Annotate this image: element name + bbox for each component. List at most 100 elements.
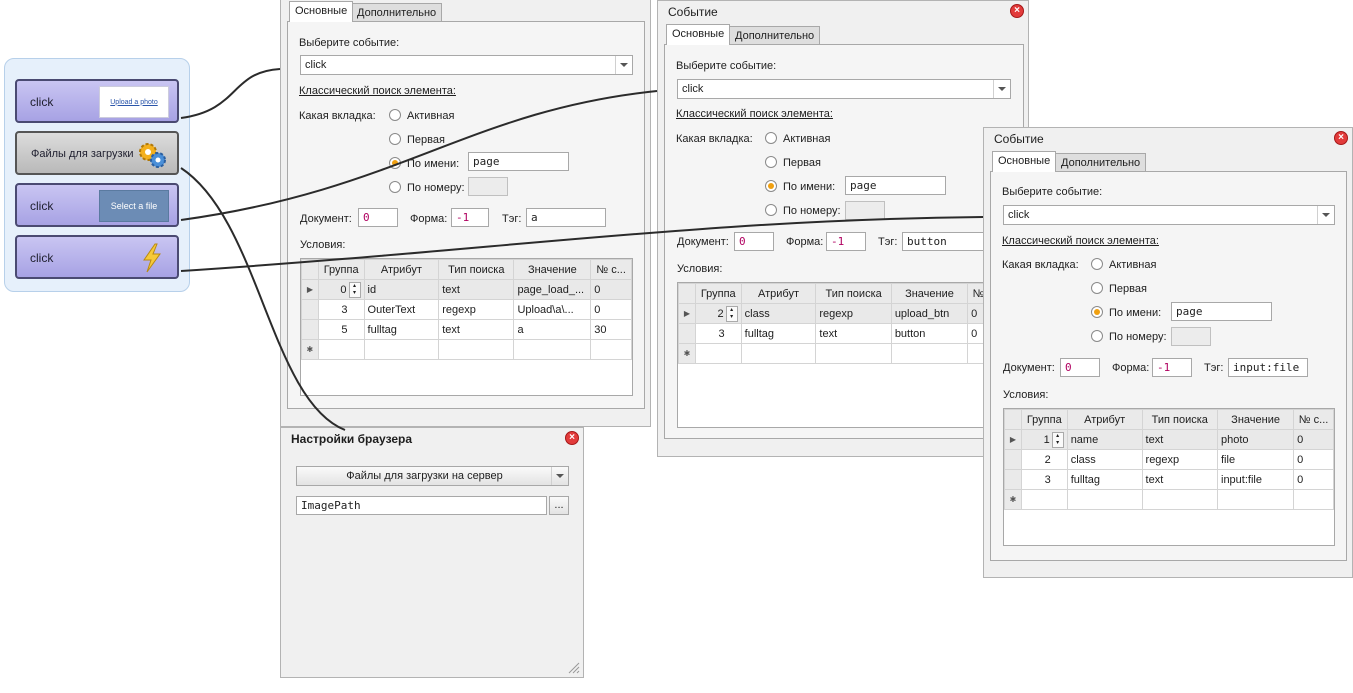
col-attribute[interactable]: Атрибут [363, 259, 440, 280]
close-icon[interactable]: × [1010, 4, 1024, 18]
radio-active[interactable] [1091, 258, 1103, 270]
cell-number[interactable]: 0 [1293, 469, 1334, 490]
chevron-down-icon[interactable] [615, 56, 632, 74]
cell-attribute[interactable]: fulltag [1066, 469, 1143, 490]
tab-main[interactable]: Основные [666, 24, 731, 45]
cell-value[interactable]: upload_btn [890, 303, 969, 324]
col-number[interactable]: № с... [1293, 409, 1334, 430]
node-click-select-file[interactable]: click Select a file [15, 183, 179, 227]
table-row[interactable]: 3 OuterText regexp Upload\a\... 0 [301, 299, 632, 320]
cell-group[interactable]: 5 [317, 319, 365, 340]
radio-active[interactable] [389, 109, 401, 121]
new-row[interactable]: ✱ [1004, 489, 1334, 510]
cell-search-type[interactable]: regexp [438, 299, 515, 320]
close-icon[interactable]: × [565, 431, 579, 445]
conditions-grid[interactable]: Группа Атрибут Тип поиска Значение № с..… [300, 258, 633, 396]
cell-search-type[interactable]: regexp [815, 303, 892, 324]
radio-first[interactable] [389, 133, 401, 145]
group-spinner[interactable]: ▴ ▾ [348, 281, 361, 298]
event-select[interactable]: click [300, 55, 633, 75]
cell-group[interactable]: 3 [317, 299, 365, 320]
tab-additional[interactable]: Дополнительно [729, 26, 821, 45]
cell-number[interactable]: 30 [590, 319, 632, 340]
table-row[interactable]: 3 fulltag text button 0 [678, 323, 990, 344]
tag-input[interactable]: input:file [1228, 358, 1308, 377]
radio-by-name[interactable] [389, 157, 401, 169]
chevron-down-icon[interactable] [993, 80, 1010, 98]
window-titlebar[interactable]: Событие × [984, 128, 1352, 150]
close-icon[interactable]: × [1334, 131, 1348, 145]
cell-value[interactable]: button [890, 323, 969, 344]
radio-first[interactable] [765, 156, 777, 168]
window-titlebar[interactable]: Настройки браузера × [281, 428, 583, 450]
col-number[interactable]: № с... [590, 259, 632, 280]
browse-button[interactable]: ... [549, 496, 569, 515]
form-input[interactable]: -1 [1152, 358, 1192, 377]
cell-value[interactable]: file [1216, 449, 1295, 470]
cell-search-type[interactable]: text [438, 319, 515, 340]
cell-number[interactable]: 0 [590, 279, 632, 300]
cell-value[interactable]: Upload\a\... [513, 299, 592, 320]
upload-files-dropdown[interactable]: Файлы для загрузки на сервер [296, 466, 569, 486]
conditions-grid[interactable]: Группа Атрибут Тип поиска Значение № ▶ 2… [677, 282, 991, 428]
cell-search-type[interactable]: text [1141, 429, 1219, 450]
cell-attribute[interactable]: fulltag [363, 319, 440, 340]
cell-attribute[interactable]: class [740, 303, 817, 324]
tab-name-input[interactable]: page [1171, 302, 1272, 321]
radio-by-number[interactable] [1091, 330, 1103, 342]
cell-group[interactable]: 2 [1020, 449, 1068, 470]
col-group[interactable]: Группа [1020, 409, 1068, 430]
cell-search-type[interactable]: text [1141, 469, 1219, 490]
table-row[interactable]: ▶ 1 ▴ ▾ name text photo 0 [1004, 429, 1334, 450]
radio-by-number[interactable] [389, 181, 401, 193]
resize-grip-icon[interactable] [568, 662, 580, 674]
cell-value[interactable]: page_load_... [513, 279, 592, 300]
cell-search-type[interactable]: regexp [1141, 449, 1219, 470]
table-row[interactable]: 2 class regexp file 0 [1004, 449, 1334, 470]
table-row[interactable]: ▶ 2 ▴ ▾ class regexp upload_btn 0 [678, 303, 990, 324]
cell-number[interactable]: 0 [590, 299, 632, 320]
cell-value[interactable]: photo [1216, 429, 1295, 450]
cell-value[interactable]: input:file [1216, 469, 1295, 490]
document-input[interactable]: 0 [358, 208, 398, 227]
col-attribute[interactable]: Атрибут [740, 283, 817, 304]
col-attribute[interactable]: Атрибут [1066, 409, 1143, 430]
conditions-grid[interactable]: Группа Атрибут Тип поиска Значение № с..… [1003, 408, 1335, 546]
form-input[interactable]: -1 [451, 208, 489, 227]
cell-search-type[interactable]: text [815, 323, 892, 344]
cell-value[interactable]: a [513, 319, 592, 340]
cell-search-type[interactable]: text [438, 279, 515, 300]
radio-by-name[interactable] [1091, 306, 1103, 318]
col-group[interactable]: Группа [317, 259, 365, 280]
window-titlebar[interactable]: Событие × [658, 1, 1028, 23]
col-search-type[interactable]: Тип поиска [1141, 409, 1219, 430]
tab-name-input[interactable]: page [468, 152, 569, 171]
table-row[interactable]: ▶ 0 ▴ ▾ id text page_load_... 0 [301, 279, 632, 300]
col-value[interactable]: Значение [890, 283, 969, 304]
radio-first[interactable] [1091, 282, 1103, 294]
group-spinner[interactable]: ▴ ▾ [725, 305, 738, 322]
table-row[interactable]: 3 fulltag text input:file 0 [1004, 469, 1334, 490]
document-input[interactable]: 0 [1060, 358, 1100, 377]
node-files-to-upload[interactable]: Файлы для загрузки [15, 131, 179, 175]
cell-group[interactable]: 3 [1020, 469, 1068, 490]
new-row[interactable]: ✱ [678, 343, 990, 364]
chevron-down-icon[interactable] [551, 467, 568, 485]
form-input[interactable]: -1 [826, 232, 866, 251]
event-select[interactable]: click [677, 79, 1011, 99]
group-spinner[interactable]: ▴ ▾ [1051, 431, 1064, 448]
chevron-down-icon[interactable] [1317, 206, 1334, 224]
col-group[interactable]: Группа [694, 283, 742, 304]
tab-number-input[interactable] [845, 201, 885, 220]
col-search-type[interactable]: Тип поиска [815, 283, 892, 304]
cell-attribute[interactable]: id [363, 279, 440, 300]
tab-additional[interactable]: Дополнительно [1055, 153, 1147, 172]
cell-number[interactable]: 0 [1293, 449, 1334, 470]
tag-input[interactable]: button [902, 232, 984, 251]
col-search-type[interactable]: Тип поиска [438, 259, 515, 280]
node-click-event[interactable]: click [15, 235, 179, 279]
cell-group[interactable]: 3 [694, 323, 742, 344]
col-value[interactable]: Значение [1216, 409, 1295, 430]
image-path-input[interactable]: ImagePath [296, 496, 547, 515]
radio-by-number[interactable] [765, 204, 777, 216]
